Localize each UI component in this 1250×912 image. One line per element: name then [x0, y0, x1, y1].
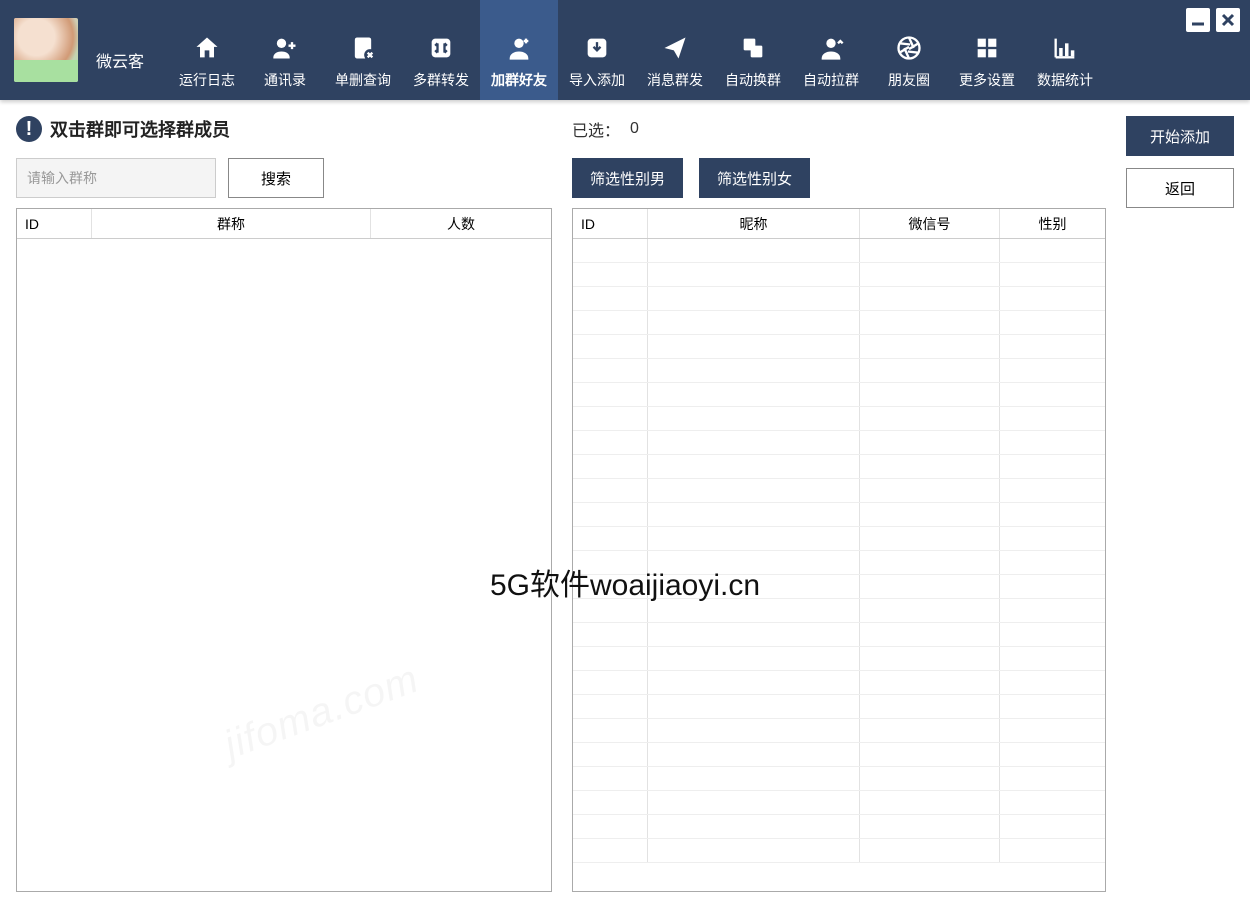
table-row[interactable] [573, 503, 1105, 527]
minimize-button[interactable] [1186, 8, 1210, 32]
table-row[interactable] [573, 431, 1105, 455]
col-wechat-id: 微信号 [860, 209, 1000, 238]
col-id: ID [17, 209, 92, 238]
import-icon [583, 34, 611, 62]
table-row[interactable] [573, 383, 1105, 407]
nav-label: 加群好友 [491, 70, 547, 90]
nav-label: 单删查询 [335, 70, 391, 90]
nav-single-del[interactable]: 单删查询 [324, 0, 402, 100]
table-row[interactable] [573, 575, 1105, 599]
nav-contacts[interactable]: 通讯录 [246, 0, 324, 100]
table-row[interactable] [573, 335, 1105, 359]
person-add-icon [505, 34, 533, 62]
nav-label: 数据统计 [1037, 70, 1093, 90]
left-panel: ! 双击群即可选择群成员 搜索 ID 群称 人数 [16, 116, 552, 892]
member-table[interactable]: ID 昵称 微信号 性别 [572, 208, 1106, 892]
aperture-icon [895, 34, 923, 62]
bars-icon [1051, 34, 1079, 62]
selected-label: 已选： [572, 117, 620, 141]
table-row[interactable] [573, 551, 1105, 575]
col-nickname: 昵称 [648, 209, 860, 238]
swap-icon [427, 34, 455, 62]
start-add-button[interactable]: 开始添加 [1126, 116, 1234, 156]
nav-label: 自动拉群 [803, 70, 859, 90]
table-row[interactable] [573, 527, 1105, 551]
col-group-name: 群称 [92, 209, 371, 238]
group-table-body [17, 239, 551, 891]
hint-text: 双击群即可选择群成员 [50, 116, 230, 142]
table-row[interactable] [573, 407, 1105, 431]
app-name: 微云客 [96, 48, 144, 72]
nav-import[interactable]: 导入添加 [558, 0, 636, 100]
nav-label: 自动换群 [725, 70, 781, 90]
search-button[interactable]: 搜索 [228, 158, 324, 198]
person-up-icon [817, 34, 845, 62]
nav-label: 朋友圈 [888, 70, 930, 90]
nav-mass-msg[interactable]: 消息群发 [636, 0, 714, 100]
col-member-count: 人数 [371, 209, 551, 238]
nav-label: 更多设置 [959, 70, 1015, 90]
grid-icon [973, 34, 1001, 62]
table-row[interactable] [573, 815, 1105, 839]
table-row[interactable] [573, 695, 1105, 719]
content: ! 双击群即可选择群成员 搜索 ID 群称 人数 已选： 0 [0, 100, 1250, 912]
table-row[interactable] [573, 479, 1105, 503]
nav-label: 导入添加 [569, 70, 625, 90]
nav-stats[interactable]: 数据统计 [1026, 0, 1104, 100]
right-panel: 开始添加 返回 [1126, 116, 1234, 892]
close-button[interactable] [1216, 8, 1240, 32]
nav-add-group-friends[interactable]: 加群好友 [480, 0, 558, 100]
filter-female-button[interactable]: 筛选性别女 [699, 158, 810, 198]
table-row[interactable] [573, 263, 1105, 287]
info-icon: ! [16, 116, 42, 142]
doc-x-icon [349, 34, 377, 62]
nav-label: 运行日志 [179, 70, 235, 90]
avatar[interactable] [14, 18, 78, 82]
person-plus-icon [271, 34, 299, 62]
table-row[interactable] [573, 743, 1105, 767]
filter-male-button[interactable]: 筛选性别男 [572, 158, 683, 198]
back-button[interactable]: 返回 [1126, 168, 1234, 208]
table-row[interactable] [573, 359, 1105, 383]
nav-multi-forward[interactable]: 多群转发 [402, 0, 480, 100]
table-row[interactable] [573, 599, 1105, 623]
col-gender: 性别 [1000, 209, 1105, 238]
table-row[interactable] [573, 455, 1105, 479]
table-row[interactable] [573, 623, 1105, 647]
table-row[interactable] [573, 671, 1105, 695]
table-row[interactable] [573, 719, 1105, 743]
table-row[interactable] [573, 767, 1105, 791]
nav: 运行日志 通讯录 单删查询 多群转发 加群好友 导入添加 消息群发 自动换群 自动拉群 朋友圈 更多… [168, 0, 1104, 100]
nav-label: 通讯录 [264, 70, 306, 90]
nav-auto-add[interactable]: 自动拉群 [792, 0, 870, 100]
selected-count: 0 [630, 120, 639, 138]
nav-log[interactable]: 运行日志 [168, 0, 246, 100]
send-icon [661, 34, 689, 62]
nav-label: 多群转发 [413, 70, 469, 90]
nav-auto-switch[interactable]: 自动换群 [714, 0, 792, 100]
col-id2: ID [573, 209, 648, 238]
table-row[interactable] [573, 311, 1105, 335]
nav-settings[interactable]: 更多设置 [948, 0, 1026, 100]
member-table-body [573, 239, 1105, 891]
nav-label: 消息群发 [647, 70, 703, 90]
nav-moments[interactable]: 朋友圈 [870, 0, 948, 100]
table-row[interactable] [573, 647, 1105, 671]
middle-panel: 已选： 0 筛选性别男 筛选性别女 ID 昵称 微信号 性别 [572, 116, 1106, 892]
table-row[interactable] [573, 791, 1105, 815]
table-row[interactable] [573, 239, 1105, 263]
group-search-input[interactable] [16, 158, 216, 198]
home-icon [193, 34, 221, 62]
table-row[interactable] [573, 287, 1105, 311]
header-bar: 微云客 运行日志 通讯录 单删查询 多群转发 加群好友 导入添加 消息群发 自动换群 自动拉群 朋… [0, 0, 1250, 100]
table-row[interactable] [573, 839, 1105, 863]
copy-icon [739, 34, 767, 62]
group-table[interactable]: ID 群称 人数 [16, 208, 552, 892]
